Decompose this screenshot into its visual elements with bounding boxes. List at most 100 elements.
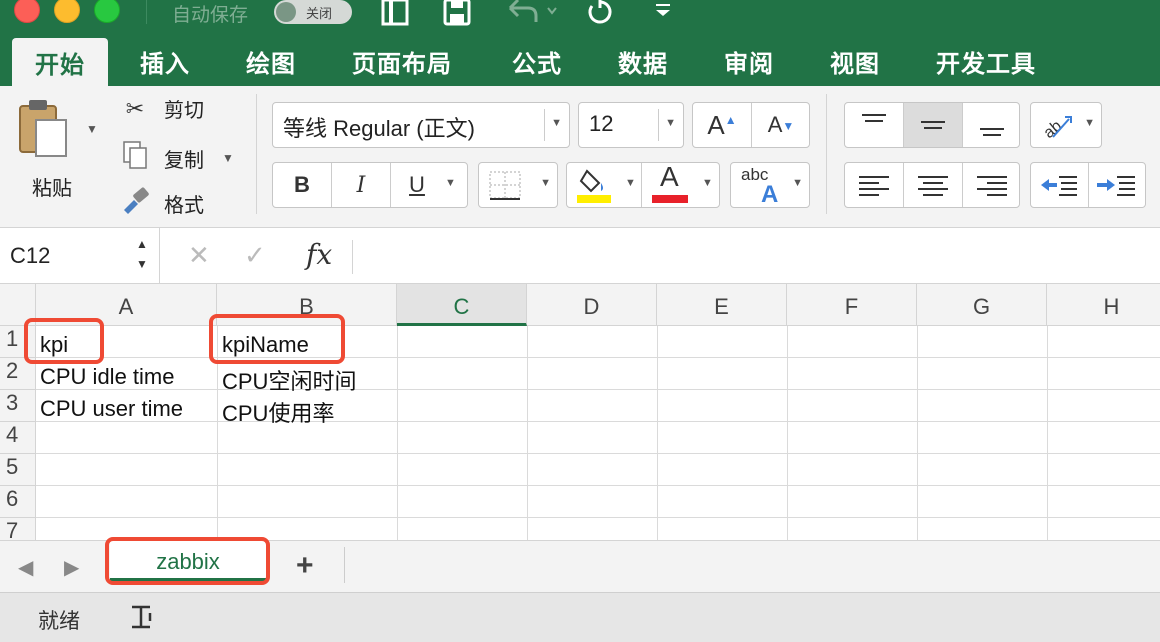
- tab-home[interactable]: 开始: [12, 38, 108, 86]
- font-size-dropdown[interactable]: 12 ▼: [578, 102, 684, 148]
- underline-button[interactable]: U: [391, 163, 443, 207]
- tab-page-layout[interactable]: 页面布局: [352, 44, 452, 79]
- font-name-value: 等线 Regular (正文): [283, 116, 475, 141]
- align-middle-button[interactable]: [904, 103, 962, 147]
- minimize-window-button[interactable]: [54, 0, 80, 23]
- formula-bar-divider: [352, 240, 353, 274]
- formula-input[interactable]: [360, 242, 1150, 272]
- row-header-6[interactable]: 6: [0, 486, 36, 518]
- row-header-4[interactable]: 4: [0, 422, 36, 454]
- borders-button[interactable]: ▼: [478, 162, 558, 208]
- macro-record-icon[interactable]: [128, 603, 158, 637]
- row-header-3[interactable]: 3: [0, 390, 36, 422]
- fill-color-button[interactable]: ▼: [567, 163, 641, 207]
- align-left-icon: [859, 176, 889, 196]
- align-bottom-button[interactable]: [963, 103, 1021, 147]
- highlight-box-b1: [209, 314, 345, 364]
- cut-label: 剪切: [164, 100, 204, 122]
- bold-button[interactable]: B: [273, 163, 331, 207]
- italic-button[interactable]: I: [332, 163, 390, 207]
- triangle-up-icon: ▲: [724, 113, 737, 127]
- save-icon[interactable]: [442, 0, 472, 30]
- paste-icon[interactable]: [18, 98, 70, 158]
- copy-label: 复制: [164, 149, 204, 172]
- gridline: [657, 326, 658, 540]
- tab-draw[interactable]: 绘图: [246, 44, 296, 79]
- sheet-tab-bar: ◀ ▶ zabbix +: [0, 537, 1160, 592]
- scissors-icon: ✂: [125, 95, 145, 121]
- open-file-icon[interactable]: [380, 0, 412, 30]
- font-color-swatch: [652, 195, 688, 203]
- ribbon: ▼ 粘贴 ✂ 剪切 复制 ▼ 格式 等线 Regular (正文) ▼ 12 ▼…: [0, 86, 1160, 228]
- phonetic-guide-button[interactable]: abc A ▼: [730, 162, 810, 208]
- row-header-7[interactable]: 7: [0, 518, 36, 540]
- orientation-button[interactable]: ab ▼: [1030, 102, 1102, 148]
- next-sheet-icon[interactable]: ▶: [64, 555, 79, 580]
- font-color-letter: A: [660, 161, 679, 192]
- format-painter-button[interactable]: 格式: [120, 186, 204, 220]
- tab-data[interactable]: 数据: [618, 44, 668, 79]
- cancel-entry-icon[interactable]: ✕: [188, 240, 210, 271]
- font-color-button[interactable]: A ▼: [642, 161, 720, 207]
- chevron-down-icon: ▼: [1084, 117, 1095, 129]
- cell-a2[interactable]: CPU idle time: [40, 364, 174, 390]
- svg-text:ab: ab: [1041, 117, 1066, 141]
- row-header-5[interactable]: 5: [0, 454, 36, 486]
- close-window-button[interactable]: [14, 0, 40, 23]
- column-header-c[interactable]: C: [397, 284, 527, 326]
- column-header-d[interactable]: D: [527, 284, 657, 326]
- font-size-value: 12: [589, 111, 614, 136]
- previous-sheet-icon[interactable]: ◀: [18, 555, 33, 580]
- confirm-entry-icon[interactable]: ✓: [244, 240, 266, 271]
- copy-button[interactable]: 复制 ▼: [120, 140, 234, 176]
- tab-insert[interactable]: 插入: [140, 44, 190, 79]
- increase-font-size-button[interactable]: A ▲: [693, 103, 751, 147]
- formula-bar: C12 ▲ ▼ ✕ ✓ fx: [0, 228, 1160, 284]
- dropdown-divider: [544, 109, 545, 141]
- align-right-button[interactable]: [963, 163, 1021, 207]
- cell-a3[interactable]: CPU user time: [40, 396, 183, 422]
- copy-dropdown-arrow[interactable]: ▼: [222, 151, 234, 165]
- column-header-h[interactable]: H: [1047, 284, 1160, 326]
- column-header-f[interactable]: F: [787, 284, 917, 326]
- decrease-font-size-button[interactable]: A ▼: [752, 103, 810, 147]
- phonetic-a-icon: A: [761, 181, 779, 208]
- status-text: 就绪: [38, 610, 80, 633]
- underline-dropdown-arrow[interactable]: ▼: [445, 177, 456, 189]
- paste-dropdown-arrow[interactable]: ▼: [86, 122, 98, 136]
- chevron-down-icon: ▼: [792, 177, 803, 189]
- tab-developer[interactable]: 开发工具: [936, 44, 1036, 79]
- align-center-button[interactable]: [904, 163, 962, 207]
- align-top-button[interactable]: [845, 103, 903, 147]
- tab-review[interactable]: 审阅: [724, 44, 774, 79]
- redo-icon[interactable]: [584, 0, 616, 30]
- borders-icon: [489, 171, 521, 207]
- tab-formulas[interactable]: 公式: [512, 44, 562, 79]
- insert-function-icon[interactable]: fx: [306, 238, 332, 271]
- increase-indent-button[interactable]: [1089, 163, 1146, 207]
- tab-view[interactable]: 视图: [830, 44, 880, 79]
- column-header-g[interactable]: G: [917, 284, 1047, 326]
- add-sheet-button[interactable]: +: [296, 549, 314, 583]
- title-bar: 自动保存 关闭: [0, 0, 1160, 30]
- font-name-dropdown[interactable]: 等线 Regular (正文) ▼: [272, 102, 570, 148]
- worksheet-grid[interactable]: A B C D E F G H 1 2 3 4 5 6 7 kpi kpiNam…: [0, 284, 1160, 540]
- customize-toolbar-icon[interactable]: [652, 0, 674, 28]
- column-header-e[interactable]: E: [657, 284, 787, 326]
- ribbon-divider: [826, 94, 827, 214]
- align-left-button[interactable]: [845, 163, 903, 207]
- autosave-toggle[interactable]: 关闭: [274, 0, 352, 24]
- cell-b3[interactable]: CPU使用率: [222, 396, 334, 428]
- chevron-down-icon: ▼: [625, 177, 636, 189]
- name-box[interactable]: C12 ▲ ▼: [0, 228, 160, 284]
- highlight-box-a1: [24, 318, 104, 364]
- undo-icon[interactable]: [504, 0, 560, 30]
- name-box-stepper-icon[interactable]: ▲ ▼: [136, 234, 148, 274]
- decrease-indent-button[interactable]: [1031, 163, 1088, 207]
- shrink-font-letter: A: [767, 112, 783, 137]
- cell-b2[interactable]: CPU空闲时间: [222, 364, 356, 396]
- zoom-window-button[interactable]: [94, 0, 120, 23]
- cut-button[interactable]: ✂ 剪切: [120, 94, 204, 123]
- horizontal-align-group: [844, 162, 1020, 208]
- chevron-down-icon: ▼: [540, 177, 551, 189]
